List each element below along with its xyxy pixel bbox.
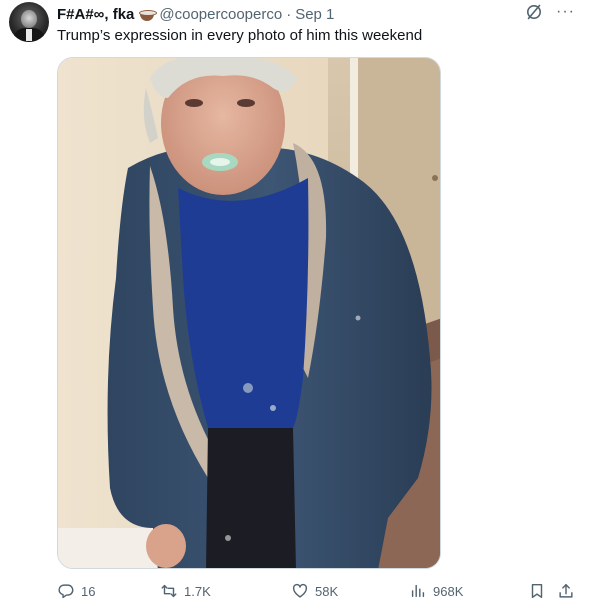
coffee-cup-icon xyxy=(139,6,158,22)
author-display-name[interactable]: F#A#∞, fka xyxy=(57,6,134,23)
tweet-header: F#A#∞, fka @coopercooperco · Sep 1 xyxy=(57,5,334,23)
tweet-photo[interactable] xyxy=(57,57,441,569)
repost-button[interactable]: 1.7K xyxy=(160,580,211,602)
bookmark-icon xyxy=(531,583,543,599)
reply-count: 16 xyxy=(81,583,96,599)
share-icon xyxy=(559,583,573,598)
views-button[interactable]: 968K xyxy=(409,580,463,602)
heart-icon xyxy=(292,583,308,598)
repost-count: 1.7K xyxy=(184,583,211,599)
grok-icon[interactable] xyxy=(524,2,544,22)
tweet-text: Trump’s expression in every photo of him… xyxy=(57,27,423,44)
author-handle[interactable]: @coopercooperco xyxy=(159,6,282,23)
separator-dot: · xyxy=(286,5,292,23)
share-button[interactable] xyxy=(557,580,575,602)
view-count: 968K xyxy=(433,583,464,599)
more-icon[interactable]: ··· xyxy=(556,4,575,20)
reply-button[interactable]: 16 xyxy=(57,580,95,602)
reply-icon xyxy=(58,584,74,599)
repost-icon xyxy=(161,584,177,598)
like-button[interactable]: 58K xyxy=(291,580,338,602)
views-icon xyxy=(411,584,425,598)
header-icons: ··· xyxy=(524,2,575,22)
tweet-actions: 16 1.7K 58K 968K xyxy=(57,580,577,602)
tweet[interactable]: F#A#∞, fka @coopercooperco · Sep 1 ··· T… xyxy=(0,0,593,612)
bookmark-button[interactable] xyxy=(528,580,546,602)
like-count: 58K xyxy=(315,583,339,599)
author-avatar[interactable] xyxy=(9,2,49,42)
tweet-date[interactable]: Sep 1 xyxy=(295,6,334,23)
